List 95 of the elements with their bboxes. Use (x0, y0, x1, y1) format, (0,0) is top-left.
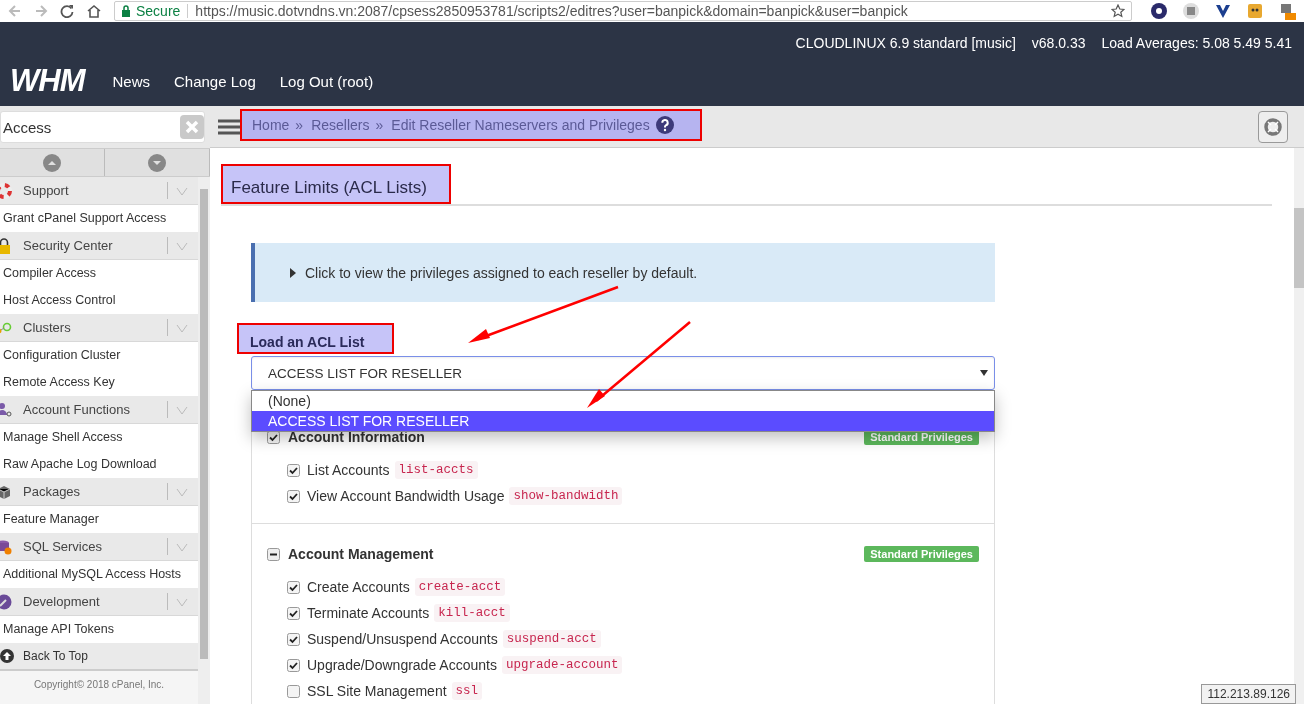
privilege-label: Suspend/Unsuspend Accounts (307, 631, 498, 647)
whm-logo[interactable]: WHM (10, 63, 85, 99)
nav-link[interactable]: Log Out (root) (279, 72, 374, 90)
scrollbar[interactable] (198, 177, 210, 704)
search-field[interactable]: Access (0, 111, 205, 143)
menu-icon[interactable] (218, 117, 240, 136)
field-label: Load an ACL List (237, 323, 395, 354)
privilege-label: Create Accounts (307, 579, 410, 595)
extension-icon[interactable] (1246, 2, 1264, 20)
support-button[interactable] (1258, 110, 1288, 143)
back-to-top-link[interactable]: Back To Top (0, 643, 198, 671)
page-title: Feature Limits (ACL Lists) (221, 164, 451, 204)
star-icon[interactable] (1111, 4, 1125, 18)
database-icon (0, 538, 12, 555)
category-header[interactable]: Account Functions (0, 396, 198, 424)
sidebar-link[interactable]: Manage Shell Access (0, 424, 198, 451)
server-info: CLOUDLINUX 6.9 standard [music] (795, 35, 1016, 51)
extension-icon[interactable] (1214, 2, 1232, 20)
category-title: SQL Services (23, 539, 102, 554)
sidebar-link[interactable]: Remote Access Key (0, 369, 198, 396)
sidebar-link[interactable]: Compiler Access (0, 260, 198, 287)
server-info: Load Averages: 5.08 5.49 5.41 (1101, 35, 1292, 51)
category-title: Account Functions (23, 402, 130, 417)
privilege-code: suspend-acct (502, 630, 601, 648)
checkbox[interactable] (287, 580, 300, 594)
lifebuoy-icon (0, 182, 12, 199)
up-arrow-icon (0, 649, 14, 663)
privilege-code: upgrade-account (501, 656, 623, 674)
privilege-label: SSL Site Management (307, 683, 447, 699)
expand-all-icon[interactable] (148, 153, 166, 172)
reload-icon[interactable] (60, 4, 74, 18)
category-title: Development (23, 594, 100, 609)
padlock-icon (0, 237, 12, 254)
url-text: https://music.dotvndns.vn:2087/cpsess2850953781/scripts2/editres?user=banpick&domain=banpick&user=banpick (195, 3, 908, 19)
group-title: Account Management (288, 546, 434, 562)
home-icon[interactable] (86, 4, 102, 18)
privilege-code: ssl (451, 682, 483, 700)
category-title: Security Center (23, 238, 113, 253)
privilege-label: Upgrade/Downgrade Accounts (307, 657, 497, 673)
dropdown-option[interactable]: (None) (252, 391, 994, 411)
dropdown-caret-icon (980, 370, 988, 376)
wrench-icon (0, 593, 12, 610)
checkbox[interactable] (267, 547, 280, 561)
sidebar-link[interactable]: Configuration Cluster (0, 342, 198, 369)
checkbox[interactable] (287, 658, 300, 672)
privilege-code: list-accts (394, 461, 478, 479)
collapse-all-icon[interactable] (43, 153, 61, 172)
box-icon (0, 483, 12, 500)
people-icon (0, 401, 12, 418)
checkbox[interactable] (287, 606, 300, 620)
group-title: Account Information (288, 429, 425, 445)
nav-link[interactable]: News (112, 72, 150, 90)
caret-icon (290, 267, 296, 278)
lifebuoy-icon (1263, 116, 1283, 137)
privilege-label: View Account Bandwidth Usage (307, 488, 505, 504)
privilege-label: List Accounts (307, 462, 390, 478)
category-header[interactable]: SQL Services (0, 533, 198, 561)
address-bar[interactable]: Secure https://music.dotvndns.vn:2087/cpsess2850953781/scripts2/editres?user=banpick&domain=banpick&user=banpick (114, 1, 1132, 21)
privilege-code: kill-acct (434, 604, 510, 622)
scrollbar[interactable] (1294, 148, 1304, 704)
nav-link[interactable]: Change Log (174, 72, 256, 90)
sidebar-link[interactable]: Feature Manager (0, 506, 198, 533)
category-header[interactable]: Security Center (0, 232, 198, 260)
acl-dropdown[interactable]: ACCESS LIST FOR RESELLER (251, 356, 995, 390)
sidebar-link[interactable]: Raw Apache Log Download (0, 451, 198, 478)
checkbox[interactable] (287, 684, 300, 698)
ip-tooltip: 112.213.89.126 (1201, 684, 1296, 704)
secure-label: Secure (136, 3, 181, 19)
sidebar-link[interactable]: Host Access Control (0, 287, 198, 314)
category-header[interactable]: Support (0, 177, 198, 205)
info-callout[interactable]: Click to view the privileges assigned to each reseller by default. (251, 243, 995, 302)
breadcrumb-separator: » (295, 116, 304, 133)
server-info: v68.0.33 (1031, 35, 1086, 51)
category-header[interactable]: Development (0, 588, 198, 616)
checkbox[interactable] (287, 463, 300, 477)
checkbox[interactable] (287, 489, 300, 503)
privilege-tag: Standard Privileges (864, 546, 979, 562)
category-header[interactable]: Clusters (0, 314, 198, 342)
privilege-code: show-bandwidth (509, 487, 623, 505)
sidebar-link[interactable]: Grant cPanel Support Access (0, 205, 198, 232)
privilege-label: Terminate Accounts (307, 605, 430, 621)
category-header[interactable]: Packages (0, 478, 198, 506)
extension-icon[interactable] (1150, 2, 1168, 20)
sidebar-link[interactable]: Manage API Tokens (0, 616, 198, 643)
copyright-text: Copyright© 2018 cPanel, Inc. (32, 679, 166, 690)
sidebar-link[interactable]: Additional MySQL Access Hosts (0, 561, 198, 588)
privilege-code: create-acct (414, 578, 506, 596)
dropdown-option[interactable]: ACCESS LIST FOR RESELLER (252, 411, 994, 431)
category-title: Clusters (23, 320, 71, 335)
help-icon[interactable] (655, 115, 674, 134)
checkbox[interactable] (287, 632, 300, 646)
category-title: Support (23, 183, 69, 198)
category-title: Packages (23, 484, 81, 499)
lock-icon (121, 5, 131, 17)
breadcrumb-separator: » (375, 116, 384, 133)
